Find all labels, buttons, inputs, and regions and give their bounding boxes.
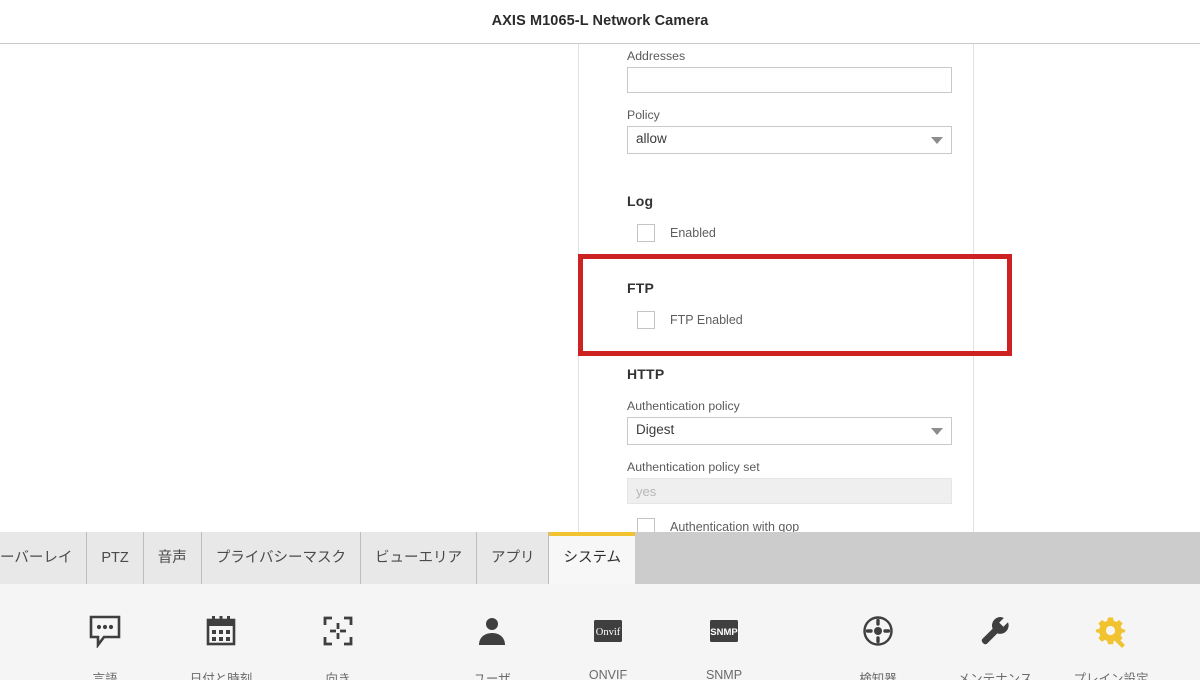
authentication-policy-field: Authentication policy Digest (627, 399, 952, 445)
addresses-label: Addresses (627, 49, 686, 63)
tab-3[interactable]: プライバシーマスク (201, 532, 361, 584)
authentication-policy-select-box (627, 417, 952, 445)
ftp-enabled-checkbox[interactable] (637, 311, 655, 329)
policy-field: Policy allow (627, 108, 952, 154)
authentication-qop-checkbox[interactable] (637, 518, 655, 532)
app-window: AXIS M1065-L Network Camera Addresses Po… (0, 0, 1200, 680)
policy-select-box (627, 126, 952, 154)
tab-label: システム (563, 550, 622, 566)
subnav-item-label: 向き (325, 672, 351, 680)
tab-bar: ーバーレイ PTZ 音声 プライバシーマスク ビューエリア アプリ システム (0, 532, 1200, 584)
subnav-item-1[interactable]: 日付と時刻 (163, 584, 279, 680)
policy-select[interactable]: allow (627, 126, 952, 154)
detector-icon (820, 614, 936, 654)
log-enabled-checkbox[interactable] (637, 224, 655, 242)
policy-select-value: allow (636, 131, 667, 146)
log-section-title: Log (627, 193, 654, 209)
authentication-policy-set-label: Authentication policy set (627, 460, 760, 474)
subnav-item-label: 日付と時刻 (189, 672, 253, 680)
panel-divider-right (973, 44, 974, 532)
tab-label: 音声 (157, 550, 187, 566)
tab-overlay[interactable]: ーバーレイ (0, 532, 88, 584)
subnav-item-label: プレイン設定 (1073, 672, 1149, 680)
tab-strip: ーバーレイ PTZ 音声 プライバシーマスク ビューエリア アプリ システム (0, 532, 636, 584)
subnav-item-4[interactable]: Onvif ONVIF (550, 584, 666, 680)
subnav-item-7[interactable]: メンテナンス (937, 584, 1053, 680)
tab-6[interactable]: システム (549, 532, 636, 584)
magic-gear-icon (1053, 614, 1169, 654)
addresses-input[interactable] (627, 67, 952, 93)
crop-frame-icon (280, 614, 396, 654)
tab-label: ーバーレイ (0, 550, 73, 566)
subnav-item-5[interactable]: SNMP SNMP (666, 584, 782, 680)
subnav-item-0[interactable]: 言語 (47, 584, 163, 680)
authentication-policy-select-value: Digest (636, 422, 675, 437)
speech-bubble-icon (47, 614, 163, 654)
panel-divider-left (578, 44, 579, 532)
system-subnav: 言語 日付と時刻 向き ユーザ Onvif ONVIF SNMP SNMP 検知… (0, 584, 1200, 680)
snmp-icon: SNMP (666, 614, 782, 654)
settings-page-body: Addresses Policy allow Log Enabled FTP F… (0, 44, 1200, 532)
tab-label: アプリ (490, 550, 535, 566)
tab-label: プライバシーマスク (215, 550, 346, 566)
policy-label: Policy (627, 108, 660, 122)
subnav-item-8[interactable]: プレイン設定 (1053, 584, 1169, 680)
wrench-icon (937, 614, 1053, 654)
tab-5[interactable]: アプリ (476, 532, 550, 584)
log-enabled-label: Enabled (670, 226, 716, 240)
tab-4[interactable]: ビューエリア (360, 532, 477, 584)
authentication-policy-label: Authentication policy (627, 399, 740, 413)
svg-text:Onvif: Onvif (596, 627, 621, 638)
authentication-policy-set-input (627, 478, 952, 504)
http-section-title: HTTP (627, 366, 665, 382)
subnav-item-label: ユーザ (473, 672, 511, 680)
onvif-icon: Onvif (550, 614, 666, 654)
calendar-icon (163, 614, 279, 654)
subnav-item-label: SNMP (705, 668, 743, 680)
subnav-item-label: 検知器 (859, 672, 897, 680)
authentication-policy-set-field: Authentication policy set (627, 460, 952, 504)
subnav-item-label: 言語 (92, 672, 118, 680)
addresses-field: Addresses (627, 49, 952, 93)
subnav-item-label: ONVIF (588, 668, 628, 680)
svg-text:SNMP: SNMP (710, 627, 738, 638)
subnav-item-3[interactable]: ユーザ (434, 584, 550, 680)
ftp-enabled-label: FTP Enabled (670, 313, 743, 327)
app-header: AXIS M1065-L Network Camera (0, 0, 1200, 44)
subnav-item-6[interactable]: 検知器 (820, 584, 936, 680)
chevron-down-icon (931, 428, 943, 435)
tab-label: ビューエリア (374, 550, 462, 566)
authentication-policy-select[interactable]: Digest (627, 417, 952, 445)
subnav-item-label: メンテナンス (957, 672, 1033, 680)
ftp-section-title: FTP (627, 280, 655, 296)
tab-label: PTZ (101, 550, 129, 566)
page-title: AXIS M1065-L Network Camera (491, 13, 709, 29)
person-icon (434, 614, 550, 654)
subnav-item-2[interactable]: 向き (280, 584, 396, 680)
chevron-down-icon (931, 137, 943, 144)
tab-1[interactable]: PTZ (87, 532, 144, 584)
authentication-qop-label: Authentication with qop (670, 520, 800, 532)
tab-2[interactable]: 音声 (143, 532, 202, 584)
